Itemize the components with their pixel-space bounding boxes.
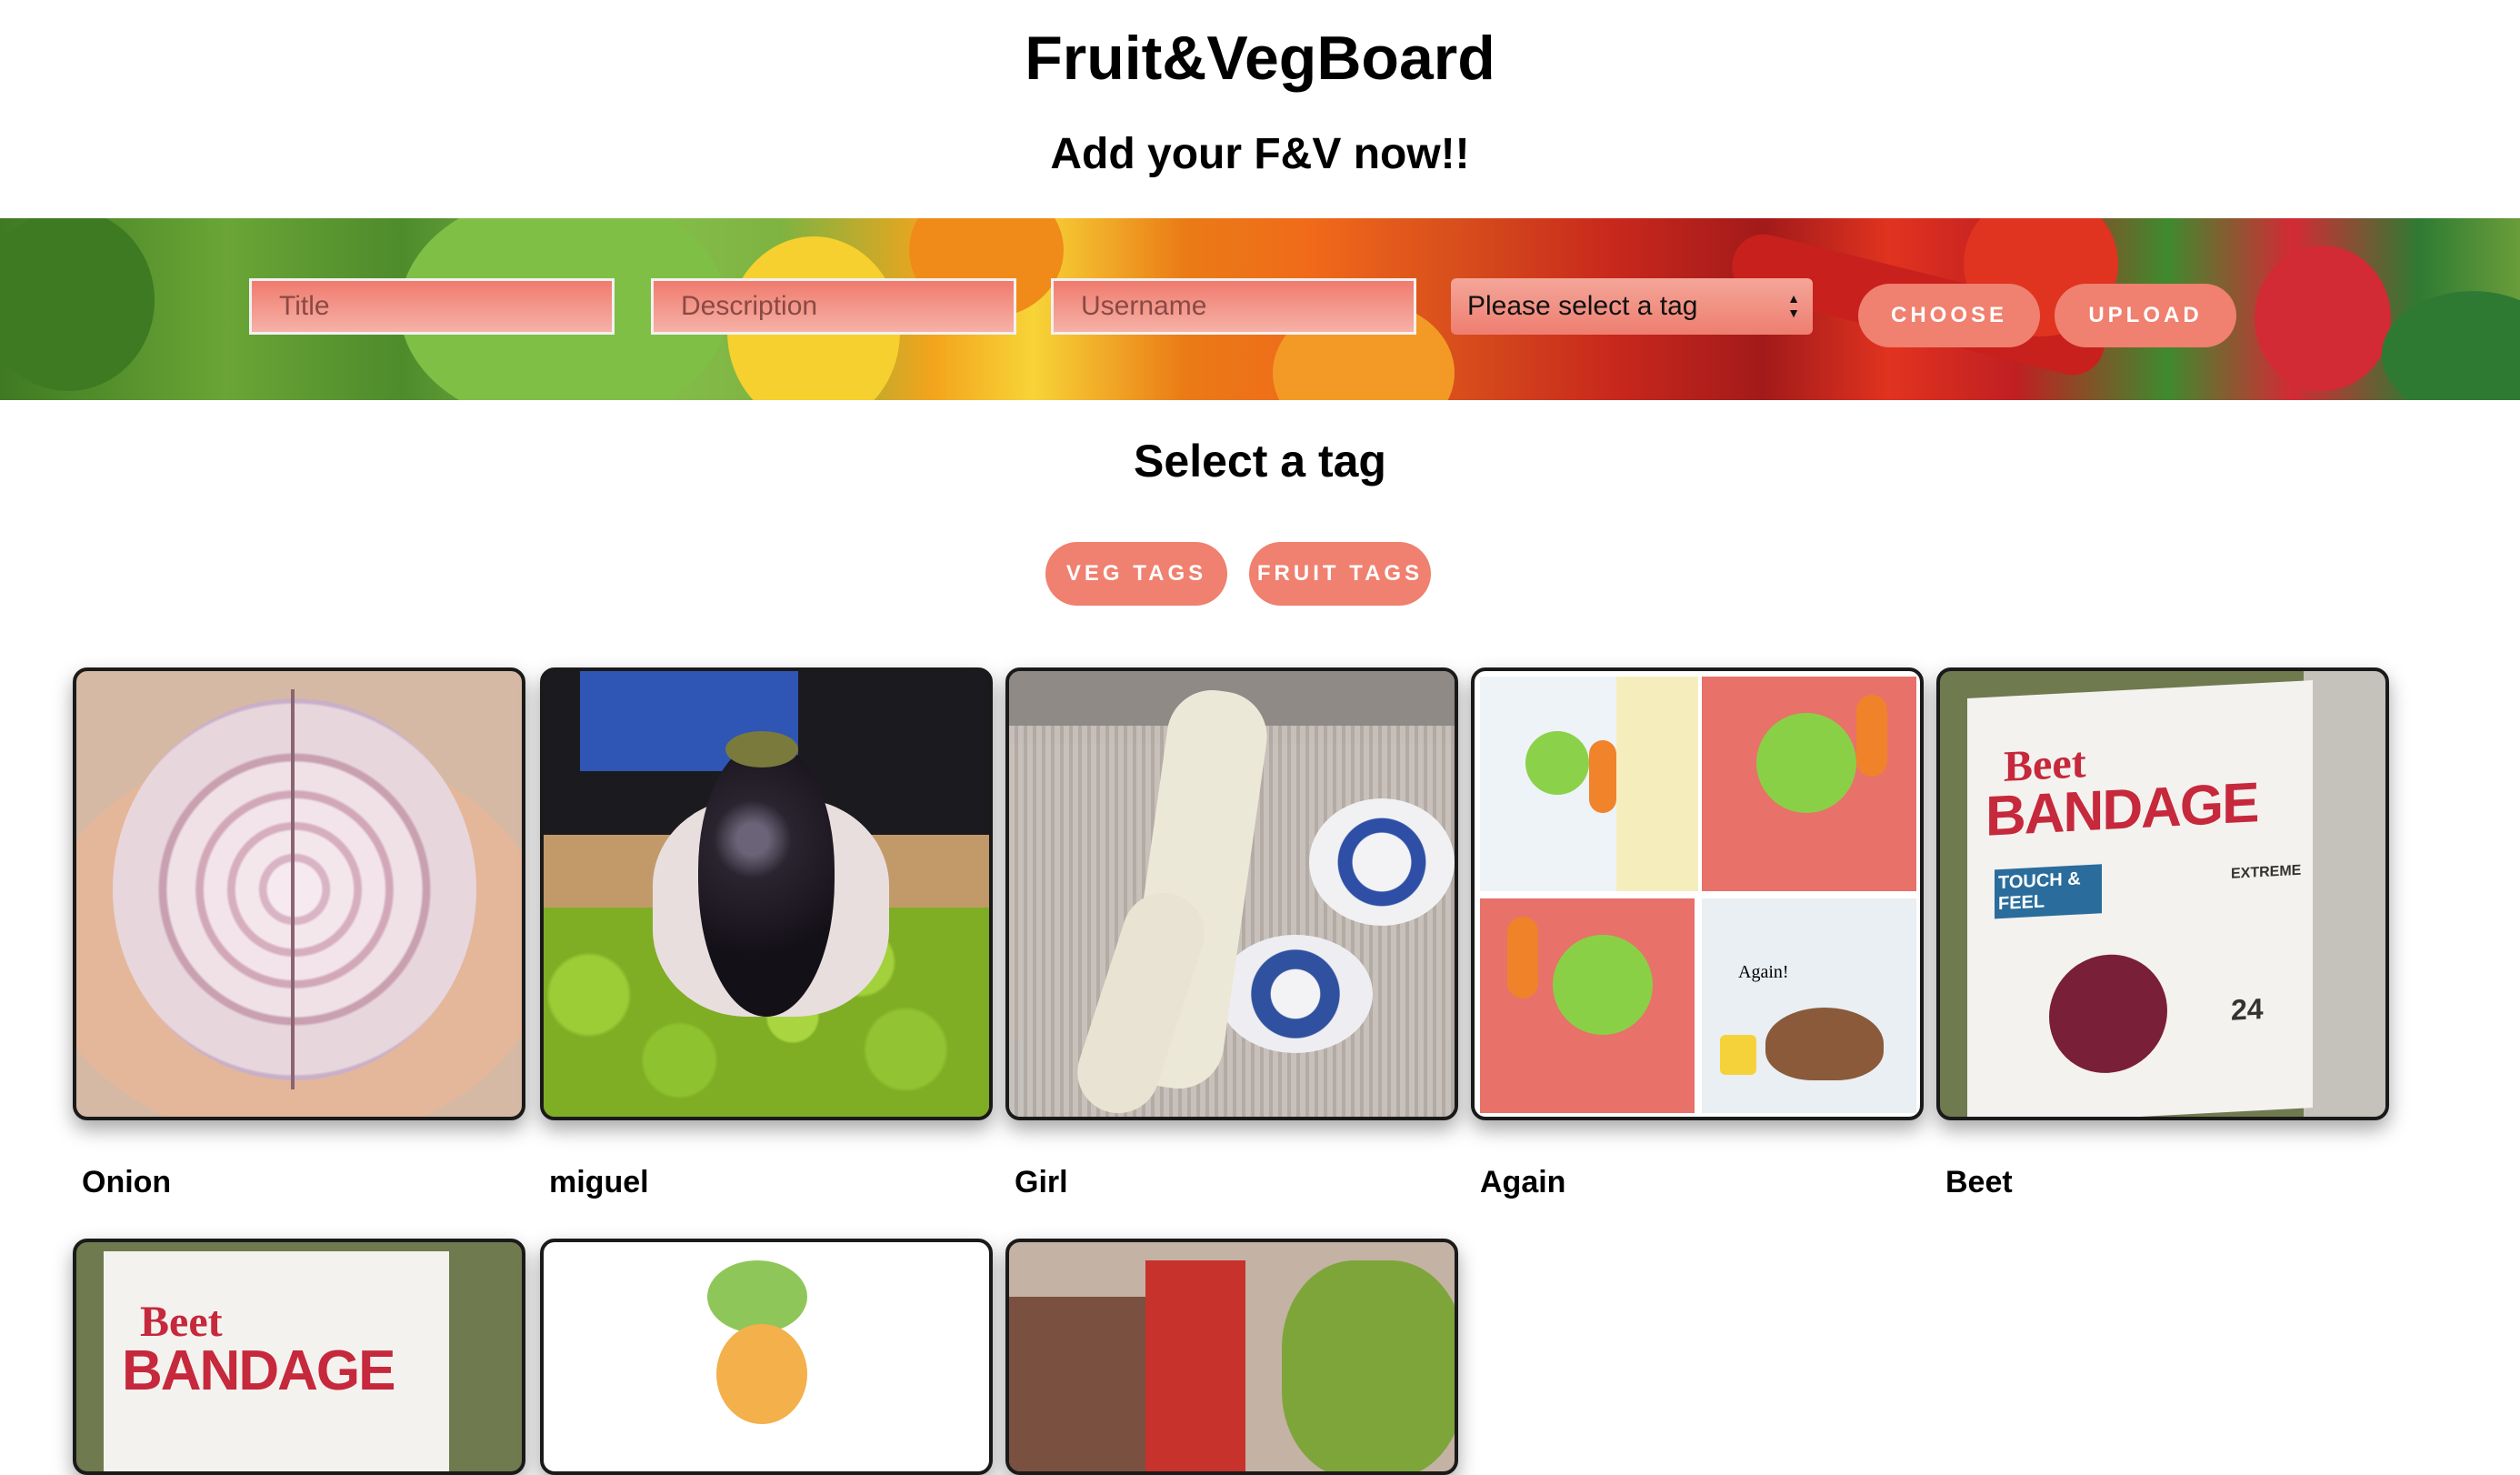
tag-select-value: Please select a tag: [1467, 291, 1698, 321]
broccoli-shape: [0, 218, 155, 391]
username-input[interactable]: Username: [1051, 278, 1416, 335]
post-title: Girl: [1015, 1165, 1068, 1199]
bowl-shape-2: [1218, 935, 1373, 1053]
broccoli-character: [1756, 713, 1856, 813]
eggplant-stem: [725, 731, 798, 768]
bowl-shape: [1309, 798, 1455, 926]
broccoli-character: [1553, 935, 1653, 1035]
post-title: Beet: [1945, 1165, 2013, 1199]
tag-section-title: Select a tag: [1134, 436, 1386, 487]
post-card-again[interactable]: Again!: [1471, 667, 1924, 1120]
box-word-bandage: BANDAGE: [122, 1340, 395, 1402]
post-title: miguel: [549, 1165, 649, 1199]
title-input[interactable]: Title: [249, 278, 615, 335]
upload-banner: Title Description Username Please select…: [0, 218, 2520, 400]
post-card-radish-drawing[interactable]: [540, 1239, 993, 1475]
post-card-beet[interactable]: Beet BANDAGE TOUCH & FEEL EXTREME 24: [1936, 667, 2389, 1120]
carrot-character: [1589, 740, 1616, 813]
spinach-shape: [2382, 291, 2520, 400]
teeth-shape: [1616, 677, 1698, 891]
box-touch-feel: TOUCH & FEEL: [1995, 864, 2102, 919]
page-subtitle: Add your F&V now!!: [1050, 130, 1470, 178]
post-card-photo[interactable]: [1005, 1239, 1458, 1475]
onion-shape: [113, 698, 476, 1080]
fruit-tags-button[interactable]: FRUIT TAGS: [1249, 542, 1431, 606]
pepper-shape: [1282, 1260, 1455, 1471]
beet-box: Beet BANDAGE TOUCH & FEEL EXTREME 24: [1967, 680, 2313, 1117]
strawberry-shape: [2255, 246, 2391, 391]
shelf-shape: [2304, 671, 2385, 1117]
carrot-character: [1507, 917, 1538, 998]
post-card-miguel[interactable]: [540, 667, 993, 1120]
face-shape: [1009, 1297, 1145, 1471]
broccoli-character: [1525, 731, 1589, 795]
comic-panel-1: [1480, 677, 1698, 891]
box-count: 24: [2231, 991, 2264, 1027]
red-panel-shape: [1145, 1260, 1245, 1471]
upload-button[interactable]: UPLOAD: [2055, 284, 2236, 347]
page-title: Fruit&VegBoard: [1025, 24, 1495, 93]
poop-shape: [1765, 1008, 1884, 1080]
leaves-shape: [707, 1260, 807, 1333]
tag-select[interactable]: Please select a tag ▲ ▼: [1451, 278, 1813, 335]
again-caption: Again!: [1738, 962, 1789, 982]
radish-character: [716, 1324, 807, 1424]
post-card-onion[interactable]: [73, 667, 525, 1120]
carrot-character: [1856, 695, 1887, 777]
comic-panel-4: Again!: [1702, 898, 1916, 1113]
post-card-girl[interactable]: [1005, 667, 1458, 1120]
eggplant-shape: [698, 744, 835, 1017]
beet-box: Beet BANDAGE: [104, 1251, 449, 1471]
post-title: Onion: [82, 1165, 172, 1199]
description-input[interactable]: Description: [651, 278, 1016, 335]
cube-character: [1720, 1035, 1756, 1075]
comic-panel-2: [1702, 677, 1916, 891]
box-extreme: EXTREME: [2231, 862, 2302, 882]
select-arrows-icon: ▲ ▼: [1787, 291, 1800, 320]
comic-panel-3: [1480, 898, 1695, 1113]
choose-button[interactable]: CHOOSE: [1858, 284, 2040, 347]
onion-cut-line: [291, 689, 295, 1089]
beet-drawing: [2049, 951, 2167, 1077]
box-word-bandage: BANDAGE: [1985, 771, 2258, 848]
post-title: Again: [1480, 1165, 1566, 1199]
veg-tags-button[interactable]: VEG TAGS: [1045, 542, 1227, 606]
post-card-beet-2[interactable]: Beet BANDAGE: [73, 1239, 525, 1475]
